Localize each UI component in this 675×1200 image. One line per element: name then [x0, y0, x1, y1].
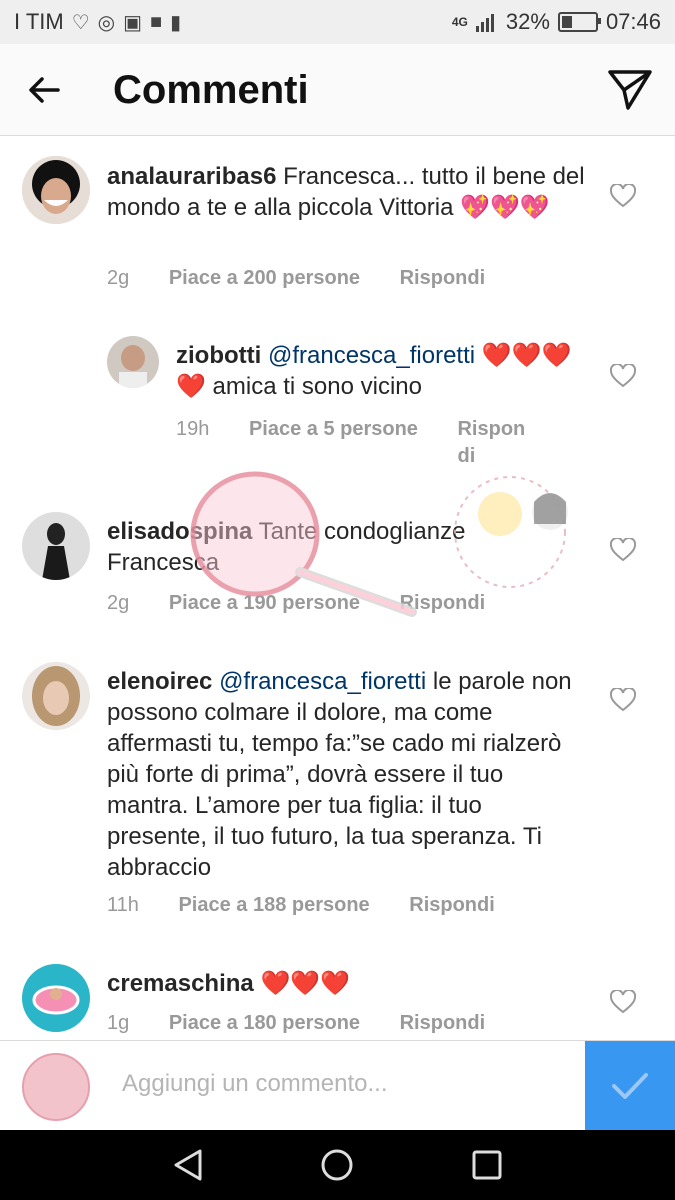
like-heart-icon[interactable] [610, 538, 636, 562]
like-heart-icon[interactable] [610, 364, 636, 388]
comment-text: ❤️❤️❤️ [260, 970, 351, 997]
arrow-left-icon[interactable] [24, 70, 64, 110]
avatar[interactable] [22, 156, 90, 224]
header: Commenti [0, 44, 675, 136]
page-title: Commenti [113, 68, 309, 112]
comment-likes[interactable]: Piace a 188 persone [178, 894, 369, 916]
sd-card-icon: ▮ [170, 11, 182, 34]
comment-likes[interactable]: Piace a 190 persone [169, 592, 360, 614]
reply-button[interactable]: Rispon di [457, 416, 535, 470]
like-heart-icon[interactable] [610, 688, 636, 712]
reply-button[interactable]: Rispondi [409, 894, 495, 916]
avatar-image [22, 156, 90, 224]
comment-composer [0, 1040, 675, 1131]
battery-icon [557, 12, 601, 32]
comment-mention[interactable]: @francesca_fioretti [268, 342, 475, 369]
comment-time: 2g [107, 592, 130, 614]
battery-percent: 32% [505, 9, 550, 34]
signal-icon [475, 14, 494, 32]
avatar[interactable] [107, 336, 159, 388]
facebook-icon: ■ [150, 10, 163, 33]
avatar[interactable] [22, 662, 90, 730]
heart-monitor-icon: ♡ [71, 11, 90, 34]
comment-username[interactable]: ziobotti [176, 342, 261, 369]
reply-button[interactable]: Rispondi [400, 267, 486, 289]
comment-time: 19h [176, 418, 210, 440]
avatar-image [22, 964, 90, 1032]
current-user-avatar [22, 1053, 90, 1121]
avatar[interactable] [22, 512, 90, 580]
comment-username[interactable]: elisadospina [107, 518, 252, 545]
status-bar: I TIM ♡ ◎ ▣ ■ ▮ 4G 32% 07:46 [0, 0, 675, 44]
checkmark-icon [612, 1073, 648, 1099]
whatsapp-icon: ◎ [97, 11, 116, 34]
like-heart-icon[interactable] [610, 990, 636, 1014]
avatar-image [107, 336, 159, 388]
network-type: 4G [451, 15, 468, 29]
comment-username[interactable]: elenoirec [107, 668, 212, 695]
avatar-image [22, 662, 90, 730]
comment-likes[interactable]: Piace a 200 persone [169, 267, 360, 289]
comment-username[interactable]: cremaschina [107, 970, 254, 997]
reply-button[interactable]: Rispondi [400, 1012, 486, 1034]
avatar-image [22, 512, 90, 580]
comment-time: 1g [107, 1012, 130, 1034]
nav-back-icon[interactable] [172, 1148, 204, 1182]
avatar[interactable] [22, 964, 90, 1032]
comment-text: le parole non possono colmare il dolore,… [107, 668, 572, 881]
like-heart-icon[interactable] [610, 184, 636, 208]
comment-input[interactable] [120, 1069, 574, 1099]
instagram-icon: ▣ [123, 11, 143, 34]
carrier-label: I TIM [14, 9, 64, 34]
comment-username[interactable]: analauraribas6 [107, 163, 276, 190]
comment-mention[interactable]: @francesca_fioretti [219, 668, 426, 695]
comment-likes[interactable]: Piace a 5 persone [249, 418, 418, 440]
nav-home-icon[interactable] [320, 1148, 354, 1182]
post-comment-button[interactable] [585, 1041, 675, 1131]
comment-time: 2g [107, 267, 130, 289]
comment-likes[interactable]: Piace a 180 persone [169, 1012, 360, 1034]
comment-time: 11h [107, 894, 139, 916]
system-nav-bar [0, 1130, 675, 1200]
paper-plane-icon[interactable] [606, 68, 654, 112]
reply-button[interactable]: Rispondi [400, 592, 486, 614]
clock: 07:46 [605, 9, 661, 34]
nav-recents-icon[interactable] [472, 1150, 502, 1180]
